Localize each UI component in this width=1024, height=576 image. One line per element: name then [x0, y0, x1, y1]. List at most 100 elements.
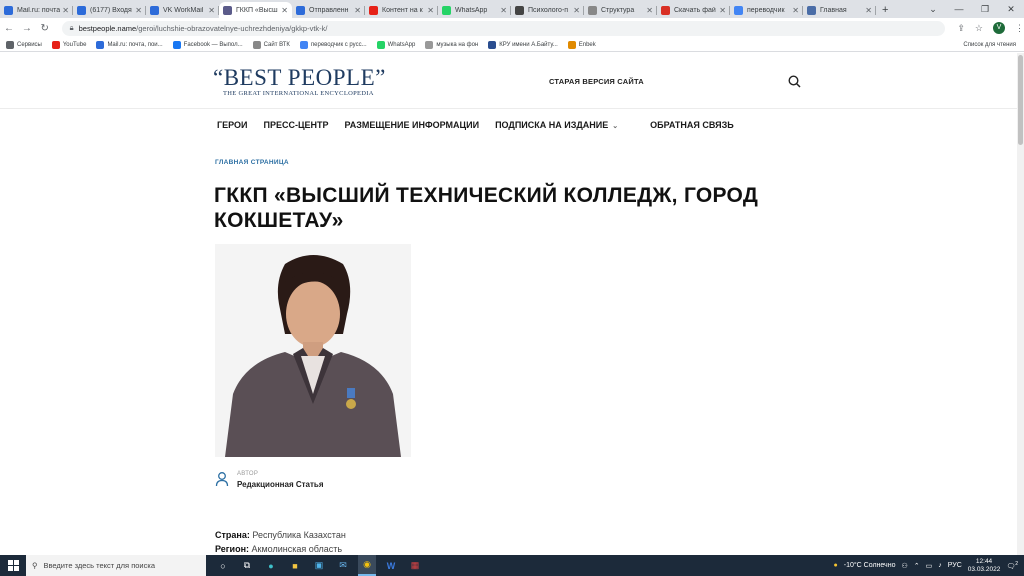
tab-close-icon[interactable]: ✕ — [573, 6, 580, 15]
browser-tab[interactable]: Структура ✕ — [584, 2, 657, 18]
reading-list-button[interactable]: Список для чтения — [963, 42, 1016, 48]
bookmark-item[interactable]: Enbek — [567, 40, 596, 49]
nav-subscription[interactable]: ПОДПИСКА НА ИЗДАНИЕ ⌄ — [495, 120, 634, 130]
file-explorer-icon[interactable]: ■ — [286, 555, 304, 576]
bookmark-item[interactable]: КРУ имени А.Байту... — [488, 40, 558, 49]
lock-icon: 🔒︎ — [69, 23, 74, 32]
chrome-icon[interactable]: ◉ — [358, 555, 376, 576]
nav-placement[interactable]: РАЗМЕЩЕНИЕ ИНФОРМАЦИИ — [345, 120, 480, 130]
tab-close-icon[interactable]: ✕ — [792, 6, 799, 15]
notification-icon[interactable]: 🗨︎2 — [1006, 561, 1018, 570]
share-icon[interactable]: ⇪ — [957, 23, 965, 34]
tab-favicon-icon — [734, 5, 743, 15]
tab-close-icon[interactable]: ✕ — [719, 6, 726, 15]
bookmark-favicon-icon — [425, 40, 434, 49]
browser-tab[interactable]: Контент на к ✕ — [365, 2, 438, 18]
windows-logo-icon — [7, 560, 19, 571]
volume-icon[interactable]: ♪ — [938, 562, 942, 569]
system-tray: ● -10°C Солнечно ⚇ ⌃ ▭ ♪ РУС 12:44 03.03… — [834, 558, 1024, 574]
chevron-up-icon[interactable]: ⌃ — [914, 562, 920, 570]
chevron-down-icon: ⌄ — [612, 123, 619, 130]
scrollbar-thumb[interactable] — [1018, 55, 1023, 145]
nav-press-center[interactable]: ПРЕСС-ЦЕНТР — [263, 120, 328, 130]
bookmark-item[interactable]: Mail.ru: почта, пои... — [96, 40, 163, 49]
browser-tab[interactable]: ГККП «Высш ✕ — [219, 2, 292, 18]
region-row: Регион: Акмолинская область — [215, 544, 342, 554]
reload-button[interactable]: ↻ — [36, 23, 54, 34]
bookmark-item[interactable]: музыка на фон — [425, 40, 478, 49]
bookmark-favicon-icon — [172, 40, 181, 49]
bookmark-item[interactable]: переводчик с русс... — [299, 40, 367, 49]
tab-close-icon[interactable]: ✕ — [281, 6, 288, 15]
browser-tab[interactable]: Отправленн ✕ — [292, 2, 365, 18]
minimize-button[interactable]: — — [946, 0, 972, 18]
task-view-icon[interactable]: ⧉ — [238, 555, 256, 576]
mail-icon[interactable]: ✉ — [334, 555, 352, 576]
close-window-button[interactable]: ✕ — [998, 0, 1024, 18]
edge-icon[interactable]: ● — [262, 555, 280, 576]
clock[interactable]: 12:44 03.03.2022 — [968, 558, 1001, 574]
bookmark-item[interactable]: Сайт ВТК — [252, 40, 290, 49]
site-logo[interactable]: “BEST PEOPLE” THE GREAT INTERNATIONAL EN… — [213, 65, 386, 97]
browser-tab[interactable]: переводчик ✕ — [730, 2, 803, 18]
bookmark-item[interactable]: YouTube — [51, 40, 86, 49]
new-tab-button[interactable]: + — [882, 2, 888, 18]
logo-title: “BEST PEOPLE” — [213, 65, 386, 90]
cortana-icon[interactable]: ○ — [214, 555, 232, 576]
tab-search-icon[interactable]: ⌄ — [920, 0, 946, 18]
tab-favicon-icon — [296, 5, 305, 15]
bookmark-star-icon[interactable]: ☆ — [975, 23, 983, 34]
tab-close-icon[interactable]: ✕ — [135, 6, 142, 15]
user-icon — [215, 471, 229, 492]
browser-tab[interactable]: Психолого-п ✕ — [511, 2, 584, 18]
tab-title: WhatsApp — [455, 6, 488, 14]
people-icon[interactable]: ⚇ — [901, 562, 907, 570]
bookmark-item[interactable]: WhatsApp — [376, 40, 415, 49]
tab-title: Mail.ru: почта — [17, 6, 61, 14]
tab-close-icon[interactable]: ✕ — [354, 6, 361, 15]
browser-tab[interactable]: Скачать фай ✕ — [657, 2, 730, 18]
start-button[interactable] — [0, 555, 26, 576]
browser-tab[interactable]: Главная ✕ — [803, 2, 876, 18]
taskbar-search[interactable]: ⚲ Введите здесь текст для поиска — [26, 555, 206, 576]
tab-close-icon[interactable]: ✕ — [62, 6, 69, 15]
bookmark-item[interactable]: Сервисы — [6, 40, 42, 49]
bookmark-item[interactable]: Facebook — Выпол... — [172, 40, 243, 49]
language-indicator[interactable]: РУС — [948, 562, 962, 569]
tab-favicon-icon — [4, 5, 13, 15]
forward-button[interactable]: → — [18, 23, 36, 34]
bookmark-label: Enbek — [578, 41, 596, 48]
browser-tab[interactable]: VK WorkMail ✕ — [146, 2, 219, 18]
breadcrumb[interactable]: ГЛАВНАЯ СТРАНИЦА — [215, 159, 289, 166]
nav-feedback[interactable]: ОБРАТНАЯ СВЯЗЬ — [650, 120, 734, 130]
weather-text[interactable]: -10°C Солнечно — [844, 562, 896, 569]
old-version-link[interactable]: СТАРАЯ ВЕРСИЯ САЙТА — [549, 77, 644, 86]
page-scrollbar[interactable] — [1017, 53, 1024, 555]
browser-tab[interactable]: (6177) Входя ✕ — [73, 2, 146, 18]
nav-subscription-label: ПОДПИСКА НА ИЗДАНИЕ — [495, 120, 609, 130]
restore-button[interactable]: ❐ — [972, 0, 998, 18]
menu-kebab-icon[interactable]: ⋮ — [1015, 23, 1024, 34]
browser-tab[interactable]: Mail.ru: почта ✕ — [0, 2, 73, 18]
tab-close-icon[interactable]: ✕ — [208, 6, 215, 15]
nav-heroes[interactable]: ГЕРОИ — [217, 120, 247, 130]
tab-close-icon[interactable]: ✕ — [646, 6, 653, 15]
browser-tab[interactable]: WhatsApp ✕ — [438, 2, 511, 18]
word-icon[interactable]: W — [382, 555, 400, 576]
network-icon[interactable]: ▭ — [926, 562, 933, 570]
address-host: bestpeople.name — [78, 23, 137, 33]
back-button[interactable]: ← — [0, 23, 18, 34]
taskbar-search-placeholder: Введите здесь текст для поиска — [43, 561, 156, 570]
tab-close-icon[interactable]: ✕ — [500, 6, 507, 15]
search-icon[interactable] — [788, 75, 801, 93]
store-icon[interactable]: ▣ — [310, 555, 328, 576]
tab-title: (6177) Входя — [90, 6, 132, 14]
search-icon: ⚲ — [32, 561, 38, 570]
profile-avatar[interactable]: V — [993, 22, 1005, 34]
tab-favicon-icon — [223, 5, 232, 15]
tab-close-icon[interactable]: ✕ — [427, 6, 434, 15]
author-name[interactable]: Редакционная Статья — [237, 480, 324, 489]
app-icon[interactable]: ▦ — [406, 555, 424, 576]
tab-close-icon[interactable]: ✕ — [865, 6, 872, 15]
address-bar[interactable]: 🔒︎ bestpeople.name/geroi/luchshie-obrazo… — [61, 20, 946, 36]
